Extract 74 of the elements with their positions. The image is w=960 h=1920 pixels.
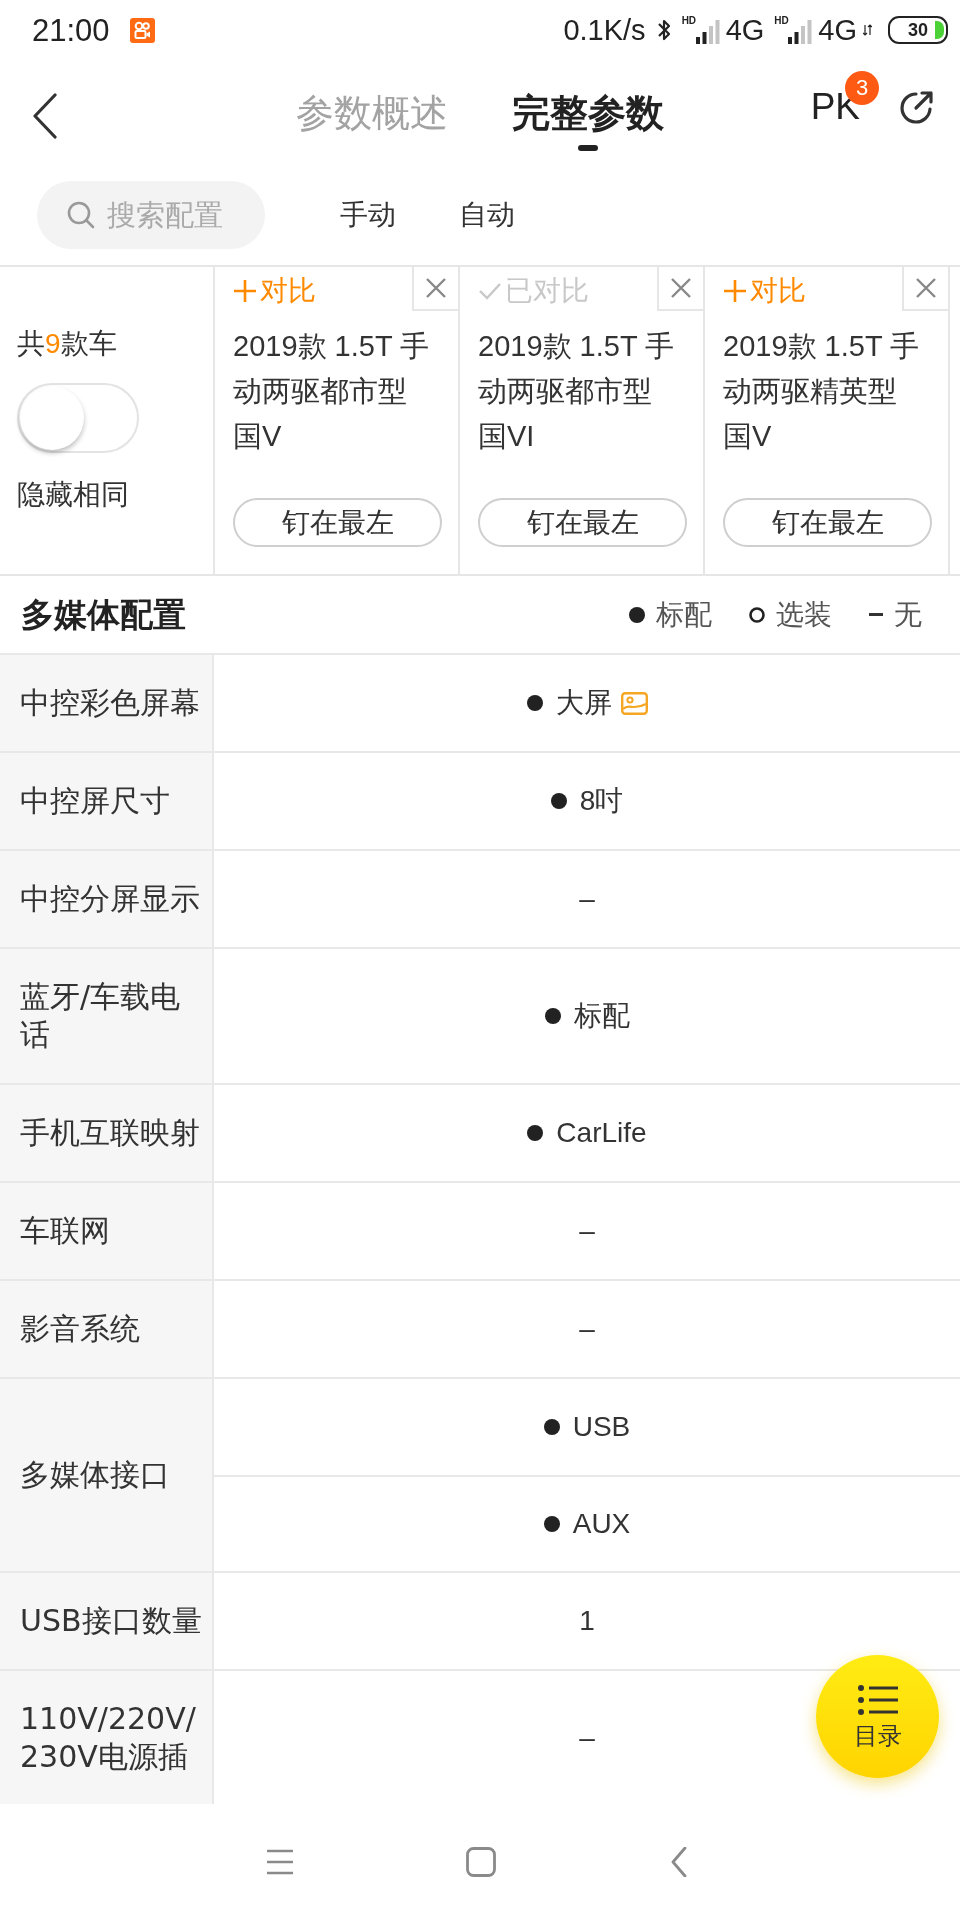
signal-icon [788,20,813,44]
car-model-name: 2019款 1.5T 手动两驱都市型国V [233,329,431,454]
tab[interactable]: 完整参数 [512,90,664,151]
filled-dot-icon [544,1008,561,1024]
car-model-name: 2019款 1.5T 手动两驱都市型国VI [478,329,676,454]
battery-indicator: 30 [888,16,948,44]
signal-icon [695,20,720,44]
section-title: 多媒体配置 [21,594,186,635]
filter-option[interactable]: 手动 [340,197,396,233]
spec-value: 大屏 [555,686,612,720]
app-notification-icon [129,17,155,43]
network-speed: 0.1K/s [563,15,646,45]
filled-dot-icon [550,793,567,809]
legend-label: 标配 [656,597,712,632]
search-icon [67,201,95,229]
legend-label: 选装 [776,597,832,632]
hd-label: HD [774,16,789,26]
spec-label: 车联网 [0,1183,214,1279]
ring-icon [749,606,765,623]
legend-label: 无 [894,597,922,632]
remove-car-button[interactable] [902,267,948,311]
network-type: 4G [725,15,765,45]
spec-label: USB接口数量 [0,1573,214,1669]
pin-left-button[interactable]: 钉在最左 [233,498,442,547]
pin-left-button[interactable]: 钉在最左 [478,498,687,547]
spec-label: 110V/220V/230V电源插 [0,1671,214,1804]
filled-dot-icon [629,606,645,623]
spec-label: 多媒体接口 [0,1379,214,1571]
catalog-button[interactable]: 目录 [816,1655,939,1778]
status-time: 21:00 [32,14,110,46]
spec-label: 影音系统 [0,1281,214,1377]
filled-dot-icon [526,695,543,711]
list-icon [857,1683,898,1716]
spec-value: – [579,1214,595,1248]
hd-label: HD [681,16,697,26]
network-type: 4G [818,15,857,45]
spec-value: AUX [572,1507,631,1541]
plus-icon [723,279,747,303]
share-icon[interactable] [898,88,936,126]
car-model-name: 2019款 1.5T 手动两驱精英型国V [723,329,921,454]
spec-value: – [579,882,595,916]
spec-label: 蓝牙/车载电话 [0,949,214,1083]
back-button[interactable] [32,93,58,139]
close-icon [915,277,937,299]
spec-value: 8吋 [579,784,624,818]
dash-icon [869,613,883,616]
bluetooth-icon [655,17,672,43]
hide-same-toggle[interactable] [17,383,139,453]
spec-value: 1 [579,1604,595,1638]
remove-car-button[interactable] [657,267,703,311]
model-count: 共9款车 [17,327,117,361]
data-arrows-icon [863,23,872,37]
filled-dot-icon [543,1419,560,1435]
back-icon [32,93,58,139]
close-icon [425,277,447,299]
spec-label: 中控屏尺寸 [0,753,214,849]
filled-dot-icon [527,1125,544,1141]
spec-label: 中控彩色屏幕 [0,655,214,751]
image-icon[interactable] [620,691,648,715]
filled-dot-icon [543,1516,560,1532]
spec-value: 标配 [573,999,630,1033]
plus-icon [233,279,257,303]
hide-same-label: 隐藏相同 [17,478,129,512]
spec-value: USB [572,1410,631,1444]
search-field[interactable]: 搜索配置 [37,181,265,249]
spec-value: – [579,1312,595,1346]
close-icon [670,277,692,299]
spec-value: – [579,1721,595,1755]
filter-option[interactable]: 自动 [459,197,515,233]
spec-label: 手机互联映射 [0,1085,214,1181]
spec-label: 中控分屏显示 [0,851,214,947]
spec-value: CarLife [556,1116,647,1150]
remove-car-button[interactable] [412,267,458,311]
pin-left-button[interactable]: 钉在最左 [723,498,932,547]
